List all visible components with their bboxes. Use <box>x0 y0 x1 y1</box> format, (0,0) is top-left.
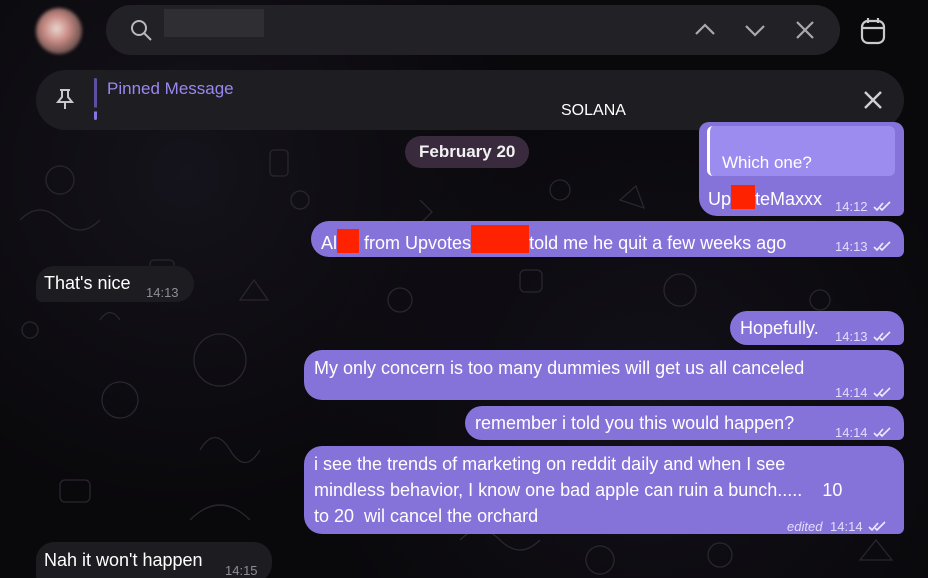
message-bubble-incoming[interactable]: That's nice 14:13 <box>36 266 194 302</box>
pinned-message-bar[interactable]: Pinned Message SOLANA <box>36 70 904 130</box>
pinned-accent-bar <box>94 78 97 120</box>
date-chip[interactable]: February 20 <box>405 136 530 168</box>
reply-quote[interactable]: Which one? <box>707 126 895 176</box>
message-time: 14:13 <box>835 329 868 344</box>
pinned-title: Pinned Message <box>107 79 234 98</box>
chevron-up-icon[interactable] <box>692 17 718 43</box>
double-check-icon <box>868 521 886 532</box>
message-text: That's nice <box>44 273 131 293</box>
message-time: 14:13 <box>835 239 868 254</box>
message-text: teMaxxx <box>755 189 823 209</box>
message-bubble-outgoing[interactable]: Hopefully. 14:13 <box>730 311 904 345</box>
search-icon <box>131 20 152 41</box>
message-bubble-outgoing[interactable]: My only concern is too many dummies will… <box>304 350 904 400</box>
message-text: remember i told you this would happen? <box>475 413 795 433</box>
redaction-box <box>731 185 756 209</box>
redaction-box <box>471 225 530 253</box>
double-check-icon <box>873 331 891 342</box>
double-check-icon <box>873 241 891 252</box>
message-bubble-outgoing[interactable]: Which one? Up teMaxxx 14:12 <box>699 122 904 216</box>
calendar-icon <box>860 18 886 45</box>
avatar[interactable] <box>36 8 82 54</box>
message-text: Al <box>321 233 338 253</box>
message-text: Up <box>708 189 732 209</box>
message-text: Hopefully. <box>740 318 819 338</box>
chevron-down-icon[interactable] <box>742 17 768 43</box>
message-text: from Upvotes <box>359 233 472 253</box>
edited-label: edited <box>787 519 823 534</box>
message-text: told me he quit a few weeks ago <box>529 233 787 253</box>
message-time: 14:12 <box>835 199 868 214</box>
pinned-text: SOLANA <box>561 102 626 119</box>
close-icon[interactable] <box>792 17 818 43</box>
message-time: 14:14 <box>830 519 863 534</box>
search-bar <box>106 5 840 55</box>
redaction-box <box>337 229 360 253</box>
message-time: 14:13 <box>146 285 179 300</box>
message-bubble-outgoing[interactable]: i see the trends of marketing on reddit … <box>304 446 904 534</box>
double-check-icon <box>873 387 891 398</box>
message-time: 14:14 <box>835 385 868 400</box>
double-check-icon <box>873 201 891 212</box>
pin-icon <box>55 89 75 109</box>
double-check-icon <box>873 427 891 438</box>
reply-quote-text: Which one? <box>722 153 812 172</box>
calendar-button[interactable] <box>852 10 894 52</box>
message-bubble-outgoing[interactable]: remember i told you this would happen? 1… <box>465 406 904 440</box>
message-time: 14:14 <box>835 425 868 440</box>
message-text-line: to 20 wil cancel the orchard <box>314 506 539 526</box>
search-input[interactable] <box>164 9 264 37</box>
message-text-line: mindless behavior, I know one bad apple … <box>314 480 843 500</box>
message-text: My only concern is too many dummies will… <box>314 358 805 378</box>
message-time: 14:15 <box>225 563 258 578</box>
message-bubble-outgoing[interactable]: Al from Upvotes told me he quit a few wee… <box>311 221 904 257</box>
message-bubble-incoming[interactable]: Nah it won't happen 14:15 <box>36 542 272 578</box>
message-text-line: i see the trends of marketing on reddit … <box>314 454 786 474</box>
message-text: Nah it won't happen <box>44 550 203 570</box>
close-icon[interactable] <box>860 87 886 113</box>
